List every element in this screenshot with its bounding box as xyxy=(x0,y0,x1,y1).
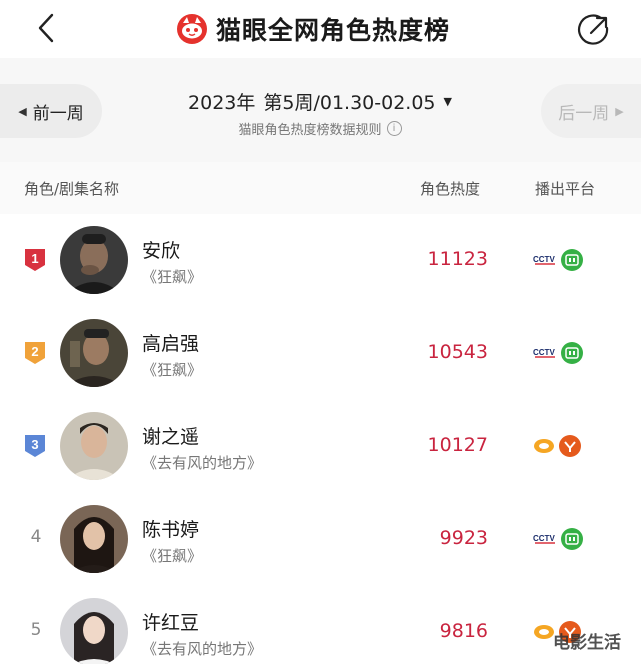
rank-badge-icon: 2 xyxy=(25,342,45,364)
platform-icons: CCTV xyxy=(533,342,583,364)
mango-tv-icon xyxy=(534,439,554,453)
page-title: 猫眼全网角色热度榜 xyxy=(216,16,451,45)
column-header-platform: 播出平台 xyxy=(535,180,596,198)
youku-icon xyxy=(559,435,581,457)
cctv-icon: CCTV xyxy=(533,348,555,358)
share-button[interactable] xyxy=(574,10,614,50)
svg-text:CCTV: CCTV xyxy=(533,348,555,357)
mango-tv-icon xyxy=(534,625,554,639)
character-name: 安欣 xyxy=(142,240,181,262)
table-header: 角色/剧集名称 角色热度 播出平台 xyxy=(0,162,641,214)
cctv-icon: CCTV xyxy=(533,255,555,265)
title-group: 猫眼全网角色热度榜 xyxy=(176,12,450,46)
column-header-heat: 角色热度 xyxy=(420,180,481,198)
rank-badge-icon: 1 xyxy=(25,249,45,271)
drama-title: 《狂飙》 xyxy=(142,268,203,286)
table-row[interactable]: 5 许红豆 《去有风的地方》 9816 xyxy=(0,586,641,664)
drama-title: 《狂飙》 xyxy=(142,361,203,379)
caret-down-icon: ▼ xyxy=(443,95,452,108)
platform-icons: CCTV xyxy=(533,528,583,550)
table-row[interactable]: 3 谢之遥 《去有风的地方》 10127 xyxy=(0,400,641,493)
caret-right-icon: ▶ xyxy=(615,104,624,118)
platform-icons: CCTV xyxy=(533,249,583,271)
svg-text:3: 3 xyxy=(31,437,38,452)
rank-number: 4 xyxy=(30,527,42,547)
svg-text:1: 1 xyxy=(31,251,38,266)
cctv-icon: CCTV xyxy=(533,534,555,544)
svg-text:CCTV: CCTV xyxy=(533,534,555,543)
rank-badge-icon: 3 xyxy=(25,435,45,457)
table-row[interactable]: 2 高启强 《狂飙》 10543 CCTV xyxy=(0,307,641,400)
column-header-name: 角色/剧集名称 xyxy=(24,180,120,198)
week-selector-bar: ◀ 前一周 2023年 第5周/01.30-02.05 ▼ 猫眼角色热度榜数据规… xyxy=(0,58,641,162)
platform-icons xyxy=(533,435,581,457)
week-year: 2023年 xyxy=(188,92,256,114)
iqiyi-icon xyxy=(561,342,583,364)
avatar xyxy=(60,319,128,387)
iqiyi-icon xyxy=(561,249,583,271)
table-row[interactable]: 4 陈书婷 《狂飙》 9923 CCTV xyxy=(0,493,641,586)
avatar xyxy=(60,412,128,480)
chevron-left-icon xyxy=(38,13,54,43)
iqiyi-icon xyxy=(561,528,583,550)
rank-number: 5 xyxy=(30,620,42,640)
week-range: 第5周/01.30-02.05 xyxy=(263,92,436,114)
avatar xyxy=(60,598,128,664)
drama-title: 《狂飙》 xyxy=(142,547,203,565)
watermark: 电影生活 xyxy=(553,633,621,653)
heat-value: 10127 xyxy=(427,434,488,456)
character-name: 陈书婷 xyxy=(142,519,200,541)
svg-text:2: 2 xyxy=(31,344,38,359)
heat-value: 11123 xyxy=(427,248,488,270)
prev-week-label: 前一周 xyxy=(32,103,84,124)
heat-value: 9923 xyxy=(439,527,488,549)
character-name: 高启强 xyxy=(142,333,200,355)
data-rule-link[interactable]: 猫眼角色热度榜数据规则 i xyxy=(238,119,402,138)
share-icon xyxy=(577,14,609,45)
avatar xyxy=(60,505,128,573)
avatar xyxy=(60,226,128,294)
heat-value: 9816 xyxy=(439,620,488,642)
drama-title: 《去有风的地方》 xyxy=(142,454,263,472)
data-rule-text: 猫眼角色热度榜数据规则 xyxy=(238,123,382,138)
week-info: 2023年 第5周/01.30-02.05 ▼ 猫眼角色热度榜数据规则 i xyxy=(140,88,500,138)
back-button[interactable] xyxy=(28,10,64,46)
prev-week-button[interactable]: ◀ 前一周 xyxy=(0,84,102,138)
top-bar: 猫眼全网角色热度榜 xyxy=(0,0,641,58)
next-week-label: 后一周 xyxy=(558,103,610,124)
week-dropdown[interactable]: 2023年 第5周/01.30-02.05 ▼ xyxy=(188,88,452,115)
character-name: 谢之遥 xyxy=(142,426,200,448)
maoyan-cat-logo-icon xyxy=(177,14,207,44)
heat-value: 10543 xyxy=(427,341,488,363)
caret-left-icon: ◀ xyxy=(18,104,27,118)
next-week-button[interactable]: 后一周 ▶ xyxy=(541,84,641,138)
svg-text:CCTV: CCTV xyxy=(533,255,555,264)
drama-title: 《去有风的地方》 xyxy=(142,640,263,658)
table-row[interactable]: 1 安欣 《狂飙》 11123 CCTV xyxy=(0,214,641,307)
character-name: 许红豆 xyxy=(142,612,200,634)
info-icon: i xyxy=(386,121,402,136)
